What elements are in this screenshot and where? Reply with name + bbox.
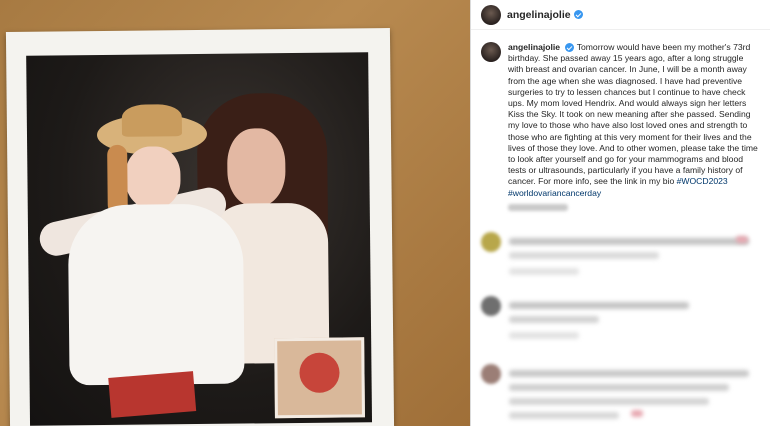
photo-red-book: [108, 371, 197, 418]
caption-block: angelinajolie Tomorrow would have been m…: [471, 30, 770, 199]
comment-text-bar: [509, 398, 709, 405]
comment-reply-bar: [509, 268, 579, 275]
photo-face-child: [125, 146, 181, 209]
comment-emoji-bar: [631, 410, 643, 417]
comment-text-bar: [509, 412, 619, 419]
blurred-comment: [481, 364, 761, 426]
photo-face-mother: [226, 128, 286, 207]
header-username[interactable]: angelinajolie: [507, 9, 571, 21]
post-sidebar: angelinajolie angelinajolie Tomorrow wou…: [470, 0, 770, 426]
comment-avatar: [481, 232, 501, 252]
caption-text: Tomorrow would have been my mother's 73r…: [508, 42, 758, 187]
blurred-timestamp: [508, 203, 568, 211]
post-photo: [26, 52, 373, 426]
photo-dress: [67, 203, 245, 386]
blurred-comment: [481, 232, 761, 282]
comment-meta-bar: [509, 252, 659, 259]
comment-meta-bar: [509, 316, 599, 323]
comment-avatar: [481, 296, 501, 316]
caption-avatar[interactable]: [481, 42, 501, 62]
verified-badge-icon: [573, 10, 583, 19]
photo-hat-crown: [121, 104, 183, 137]
blurred-comment: [481, 296, 761, 346]
comment-text-bar: [509, 302, 689, 309]
post-media[interactable]: [0, 0, 470, 426]
verified-badge-icon: [565, 43, 575, 53]
photo-board-circle: [299, 352, 340, 393]
comment-text-bar: [509, 384, 729, 391]
caption-username[interactable]: angelinajolie: [508, 42, 560, 52]
post-header: angelinajolie: [471, 0, 770, 30]
comment-text-bar: [509, 238, 749, 245]
comment-reply-bar: [509, 332, 579, 339]
comment-text-bar: [509, 370, 749, 377]
caption: angelinajolie Tomorrow would have been m…: [508, 42, 760, 199]
avatar[interactable]: [481, 4, 501, 25]
comment-avatar: [481, 364, 501, 384]
comment-emoji-bar: [736, 236, 748, 243]
polaroid-frame: [5, 28, 395, 426]
